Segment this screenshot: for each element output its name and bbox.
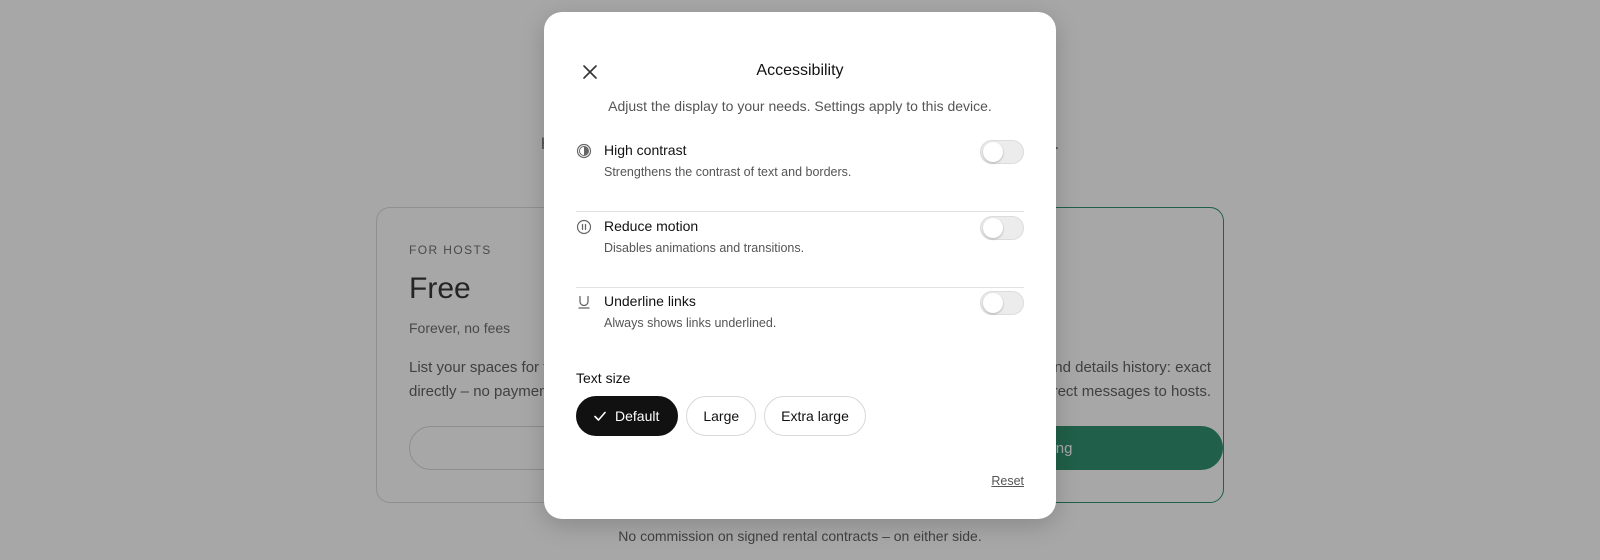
toggle-knob	[983, 218, 1003, 238]
pause-icon	[576, 219, 592, 235]
setting-description: Strengthens the contrast of text and bor…	[604, 165, 852, 179]
text-size-large-button[interactable]: Large	[686, 396, 757, 436]
high-contrast-toggle[interactable]	[980, 140, 1024, 164]
text-size-options: Default Large Extra large	[576, 396, 866, 436]
setting-label: Underline links	[604, 293, 696, 309]
setting-underline-links: Underline links Always shows links under…	[576, 289, 1024, 363]
setting-reduce-motion: Reduce motion Disables animations and tr…	[576, 214, 1024, 288]
toggle-knob	[983, 142, 1003, 162]
toggle-knob	[983, 293, 1003, 313]
underline-links-toggle[interactable]	[980, 291, 1024, 315]
setting-description: Disables animations and transitions.	[604, 241, 805, 255]
text-size-default-button[interactable]: Default	[576, 396, 679, 436]
setting-high-contrast: High contrast Strengthens the contrast o…	[576, 138, 1024, 212]
dialog-subtitle: Adjust the display to your needs. Settin…	[608, 98, 992, 114]
size-option-label: Default	[615, 408, 660, 424]
text-size-heading: Text size	[576, 370, 631, 386]
reset-link[interactable]: Reset	[991, 474, 1024, 488]
underline-icon	[578, 295, 590, 309]
accessibility-dialog: Accessibility Adjust the display to your…	[544, 12, 1056, 519]
setting-label: High contrast	[604, 142, 687, 158]
size-option-label: Large	[703, 408, 740, 424]
contrast-icon	[576, 143, 592, 159]
dialog-title: Accessibility	[756, 62, 844, 79]
setting-description: Always shows links underlined.	[604, 316, 777, 330]
size-option-label: Extra large	[781, 408, 849, 424]
check-icon	[594, 411, 606, 421]
setting-label: Reduce motion	[604, 218, 699, 234]
reduce-motion-toggle[interactable]	[980, 216, 1024, 240]
text-size-extra-large-button[interactable]: Extra large	[764, 396, 866, 436]
